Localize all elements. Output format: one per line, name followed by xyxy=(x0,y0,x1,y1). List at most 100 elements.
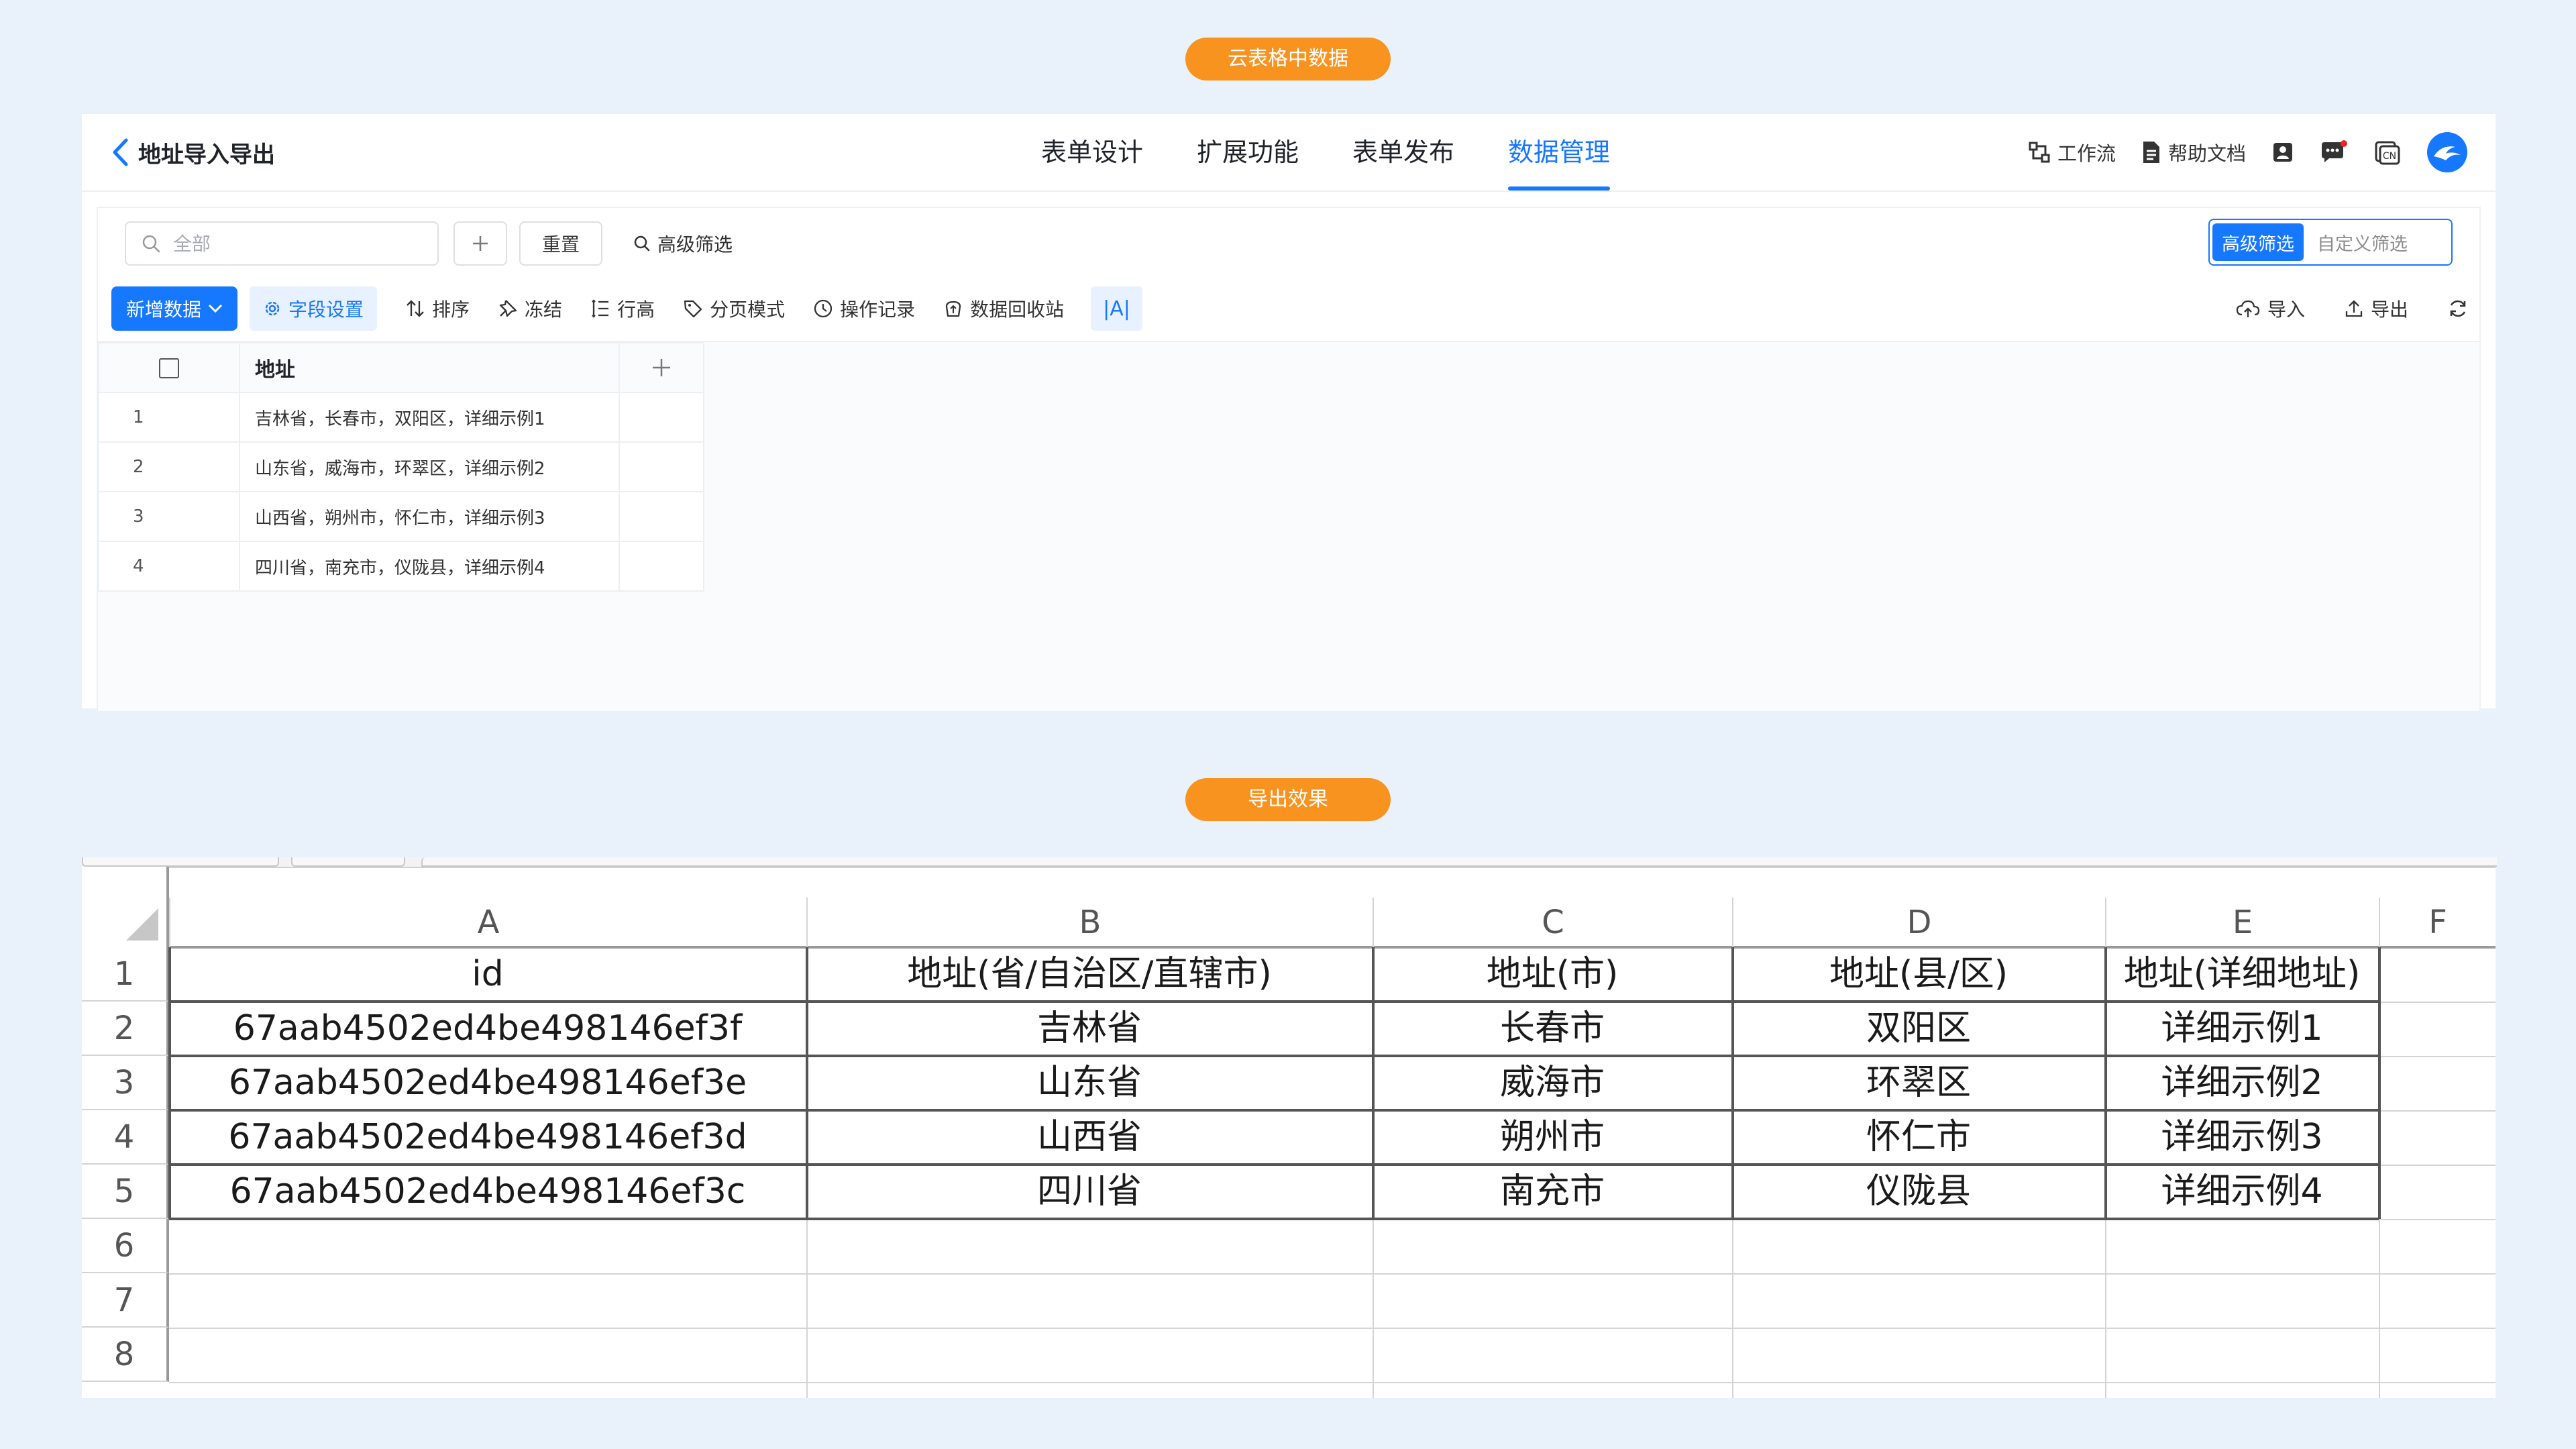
messages-button[interactable] xyxy=(2320,140,2348,165)
reset-button[interactable]: 重置 xyxy=(519,221,602,266)
sheet-cell[interactable]: 怀仁市 xyxy=(1732,1110,2105,1165)
sheet-cell[interactable]: 双阳区 xyxy=(1732,1002,2105,1056)
sheet-cell[interactable]: 67aab4502ed4be498146ef3f xyxy=(169,1002,806,1056)
cell-border xyxy=(169,1163,2379,1166)
sheet-cell[interactable]: 详细示例2 xyxy=(2105,1056,2379,1110)
column-header-d[interactable]: D xyxy=(1732,898,2105,947)
column-header-a[interactable]: A xyxy=(169,898,806,947)
export-button[interactable]: 导出 xyxy=(2344,286,2408,331)
table-row[interactable]: 2 山东省，威海市，环翠区，详细示例2 xyxy=(98,441,704,492)
sheet-header-cell[interactable]: 地址(省/自治区/直辖市) xyxy=(806,947,1373,1002)
grid-line xyxy=(169,1382,2496,1383)
toggle-advanced-filter[interactable]: 高级筛选 xyxy=(2212,223,2304,261)
table-row[interactable]: 3 山西省，朔州市，怀仁市，详细示例3 xyxy=(98,491,704,542)
field-settings-button[interactable]: 字段设置 xyxy=(250,286,378,331)
data-toolbar: 新增数据 字段设置 排序 冻结 行高 分页模式 操作记录 数据回收站 |A| 导… xyxy=(111,286,2469,331)
sheet-cell[interactable]: 详细示例4 xyxy=(2105,1165,2379,1219)
sheet-cell[interactable]: 山西省 xyxy=(806,1110,1373,1165)
new-data-label: 新增数据 xyxy=(126,299,202,321)
table-row[interactable]: 1 吉林省，长春市，双阳区，详细示例1 xyxy=(98,392,704,443)
clock-icon xyxy=(814,299,833,318)
sheet-header-cell[interactable]: id xyxy=(169,947,806,1002)
pin-icon xyxy=(499,300,517,317)
sheet-cell[interactable]: 威海市 xyxy=(1373,1056,1732,1110)
sort-button[interactable]: 排序 xyxy=(405,286,470,331)
search-input[interactable] xyxy=(172,231,416,256)
select-all-checkbox[interactable] xyxy=(159,358,179,378)
address-cell[interactable]: 吉林省，长春市，双阳区，详细示例1 xyxy=(239,392,620,443)
sheet-header-cell[interactable]: 地址(详细地址) xyxy=(2105,947,2379,1002)
column-header-b[interactable]: B xyxy=(806,898,1373,947)
sheet-header-cell[interactable]: 地址(市) xyxy=(1373,947,1732,1002)
address-cell[interactable]: 山西省，朔州市，怀仁市，详细示例3 xyxy=(239,491,620,542)
sheet-cell[interactable]: 环翠区 xyxy=(1732,1056,2105,1110)
nav-tab[interactable]: 扩展功能 xyxy=(1170,114,1326,191)
language-code: CN xyxy=(2383,151,2396,162)
row-header[interactable]: 3 xyxy=(82,1056,169,1110)
pagination-button[interactable]: 分页模式 xyxy=(683,286,785,331)
sheet-tab[interactable] xyxy=(82,857,279,867)
freeze-button[interactable]: 冻结 xyxy=(498,286,562,331)
row-header[interactable]: 2 xyxy=(82,1002,169,1056)
sheet-cell[interactable]: 详细示例1 xyxy=(2105,1002,2379,1056)
back-button[interactable]: 地址导入导出 xyxy=(111,134,275,170)
row-index: 1 xyxy=(98,392,240,443)
advanced-filter-link[interactable]: 高级筛选 xyxy=(633,221,733,266)
sheet-cell[interactable]: 详细示例3 xyxy=(2105,1110,2379,1165)
sheet-cell[interactable]: 山东省 xyxy=(806,1056,1373,1110)
sheet-cell[interactable]: 吉林省 xyxy=(806,1002,1373,1056)
sheet-cell[interactable]: 67aab4502ed4be498146ef3e xyxy=(169,1056,806,1110)
export-label: 导出 xyxy=(2370,299,2408,321)
import-button[interactable]: 导入 xyxy=(2235,286,2305,331)
row-header[interactable]: 1 xyxy=(82,947,169,1002)
font-size-toggle[interactable]: |A| xyxy=(1091,286,1142,331)
grid-line xyxy=(169,1273,2496,1275)
sheet-cell[interactable]: 南充市 xyxy=(1373,1165,1732,1219)
op-log-button[interactable]: 操作记录 xyxy=(813,286,915,331)
table-row[interactable]: 4 四川省，南充市，仪陇县，详细示例4 xyxy=(98,541,704,592)
nav-tab[interactable]: 表单发布 xyxy=(1326,114,1481,191)
add-filter-button[interactable] xyxy=(453,221,507,266)
op-log-label: 操作记录 xyxy=(840,299,916,321)
nav-tab[interactable]: 数据管理 xyxy=(1481,114,1637,191)
toggle-custom-filter[interactable]: 自定义筛选 xyxy=(2308,223,2417,261)
row-header[interactable]: 6 xyxy=(82,1219,169,1273)
row-header[interactable]: 7 xyxy=(82,1273,169,1328)
help-docs-button[interactable]: 帮助文档 xyxy=(2141,138,2246,166)
data-management-panel: 重置 高级筛选 高级筛选 自定义筛选 新增数据 字段设置 排序 xyxy=(97,207,2481,711)
sheet-tab[interactable] xyxy=(291,857,405,867)
avatar-logo-icon xyxy=(2427,132,2467,172)
address-cell[interactable]: 山东省，威海市，环翠区，详细示例2 xyxy=(239,441,620,492)
plus-icon[interactable] xyxy=(649,356,674,380)
address-cell[interactable]: 四川省，南充市，仪陇县，详细示例4 xyxy=(239,541,620,592)
sheet-cell[interactable]: 67aab4502ed4be498146ef3c xyxy=(169,1165,806,1219)
data-grid: 地址 1 吉林省，长春市，双阳区，详细示例1 2 山东省，威海市，环翠区，详细示例2 3… xyxy=(98,342,704,592)
refresh-button[interactable] xyxy=(2447,286,2469,331)
data-grid-area: 地址 1 吉林省，长春市，双阳区，详细示例1 2 山东省，威海市，环翠区，详细示例2 3… xyxy=(98,341,2479,711)
column-header-e[interactable]: E xyxy=(2105,898,2379,947)
sheet-cell[interactable]: 朔州市 xyxy=(1373,1110,1732,1165)
row-header[interactable]: 8 xyxy=(82,1328,169,1382)
row-height-button[interactable]: 行高 xyxy=(590,286,655,331)
recycle-bin-button[interactable]: 数据回收站 xyxy=(943,286,1064,331)
language-button[interactable]: CN xyxy=(2373,140,2400,165)
section-label-export-result: 导出效果 xyxy=(1185,778,1391,821)
row-header[interactable]: 5 xyxy=(82,1165,169,1219)
chevron-left-icon xyxy=(113,138,128,166)
column-header-c[interactable]: C xyxy=(1373,898,1732,947)
sheet-cell[interactable]: 四川省 xyxy=(806,1165,1373,1219)
column-header-f[interactable]: F xyxy=(2379,898,2496,947)
column-header-address[interactable]: 地址 xyxy=(239,342,620,393)
sheet-header-cell[interactable]: 地址(县/区) xyxy=(1732,947,2105,1002)
workflow-button[interactable]: 工作流 xyxy=(2028,138,2116,166)
contacts-button[interactable] xyxy=(2271,141,2294,164)
sheet-cell[interactable]: 仪陇县 xyxy=(1732,1165,2105,1219)
select-all-corner[interactable] xyxy=(82,867,169,947)
new-data-button[interactable]: 新增数据 xyxy=(111,286,238,331)
row-header[interactable]: 4 xyxy=(82,1110,169,1165)
sheet-tab[interactable] xyxy=(421,857,2497,867)
sheet-cell[interactable]: 长春市 xyxy=(1373,1002,1732,1056)
nav-tab[interactable]: 表单设计 xyxy=(1014,114,1170,191)
user-avatar[interactable] xyxy=(2426,131,2469,174)
sheet-cell[interactable]: 67aab4502ed4be498146ef3d xyxy=(169,1110,806,1165)
